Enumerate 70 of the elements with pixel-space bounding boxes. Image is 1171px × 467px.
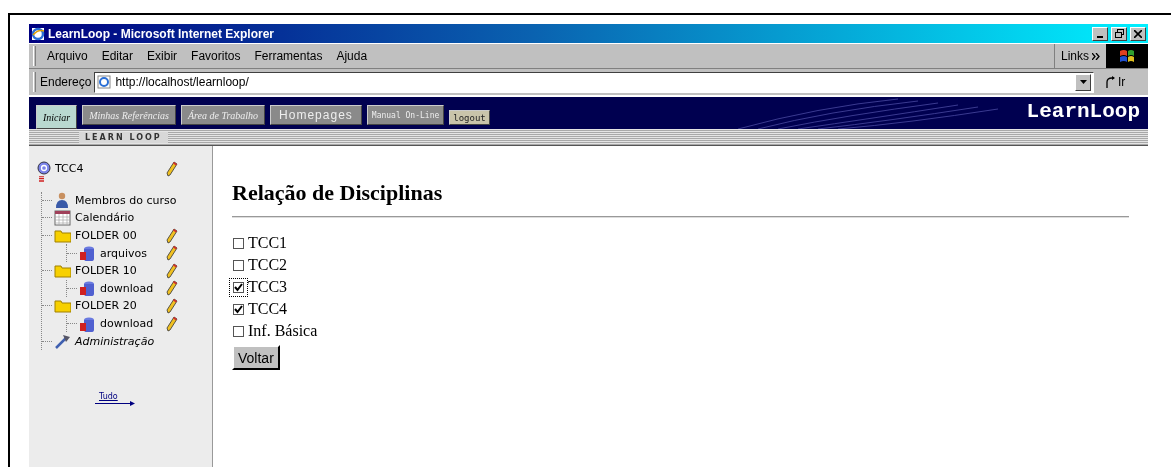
database-icon: [79, 280, 96, 297]
folder-icon: [54, 227, 71, 244]
address-label: Endereço: [40, 75, 92, 89]
menu-item[interactable]: Favoritos: [184, 49, 248, 63]
window-title: LearnLoop - Microsoft Internet Explorer: [48, 26, 276, 41]
nav-tab[interactable]: Iniciar: [36, 105, 78, 129]
restore-button[interactable]: [1111, 26, 1127, 41]
tree-item[interactable]: Membros do curso: [75, 193, 177, 207]
course-icon: [37, 160, 51, 177]
pencil-icon[interactable]: [165, 262, 178, 279]
sidebar-header: LEARN LOOP: [79, 131, 168, 143]
tree-item[interactable]: FOLDER 00: [75, 229, 137, 243]
nav-tab[interactable]: logout: [449, 110, 490, 125]
menu-item[interactable]: Ferramentas: [247, 49, 330, 63]
close-icon: [1134, 29, 1142, 38]
menu-item[interactable]: Exibir: [140, 49, 185, 63]
close-button[interactable]: [1130, 26, 1146, 41]
menu-item[interactable]: Arquivo: [40, 49, 95, 63]
address-text: http://localhost/learnloop/: [115, 75, 249, 89]
menu-item[interactable]: Ajuda: [329, 49, 375, 63]
tree-item[interactable]: download: [100, 317, 154, 331]
pencil-icon[interactable]: [165, 245, 178, 262]
menu-item[interactable]: Editar: [94, 49, 141, 63]
go-button[interactable]: Ir: [1104, 75, 1144, 89]
pencil-icon[interactable]: [165, 280, 178, 297]
page-icon: [97, 75, 112, 89]
page-heading: Relação de Disciplinas: [232, 180, 444, 207]
calendar-icon: [54, 210, 71, 226]
tree-marker-icon: [39, 176, 44, 183]
site-logo: LearnLoop: [1026, 99, 1140, 123]
minimize-icon: [1097, 35, 1103, 38]
tree-item[interactable]: download: [100, 281, 154, 295]
checkbox-label: Inf. Básica: [248, 322, 318, 340]
checkbox-label: TCC4: [248, 300, 288, 318]
person-icon: [54, 192, 71, 209]
caret-icon: [1079, 80, 1087, 84]
pencil-icon[interactable]: [165, 315, 178, 332]
folder-icon: [54, 262, 71, 279]
go-arrow-icon: [1104, 76, 1116, 88]
back-button[interactable]: Voltar: [232, 345, 280, 370]
checkbox[interactable]: [233, 303, 244, 315]
folder-icon: [54, 297, 71, 314]
pencil-icon[interactable]: [165, 297, 178, 314]
checkbox[interactable]: [233, 237, 244, 249]
checkbox[interactable]: [233, 281, 244, 293]
checkbox[interactable]: [233, 325, 244, 337]
arrow-icon: [95, 400, 135, 406]
minimize-button[interactable]: [1092, 26, 1108, 41]
pencil-icon[interactable]: [165, 227, 178, 244]
checkbox-label: TCC2: [248, 256, 288, 274]
address-field[interactable]: http://localhost/learnloop/: [94, 71, 1094, 93]
checkbox-label: TCC1: [248, 234, 288, 252]
tree-item[interactable]: Administração: [75, 334, 155, 348]
tree-item[interactable]: FOLDER 20: [75, 299, 137, 313]
hammer-icon: [54, 333, 71, 350]
tree-item[interactable]: Calendário: [75, 211, 135, 225]
pencil-icon[interactable]: [165, 160, 178, 177]
tree-item[interactable]: arquivos: [100, 246, 148, 260]
database-icon: [79, 315, 96, 332]
dropdown-button[interactable]: [1075, 73, 1091, 91]
database-icon: [79, 245, 96, 262]
chevron-icon: [1092, 52, 1100, 60]
windows-logo-icon: [1118, 48, 1136, 64]
browser-icon: [31, 26, 45, 41]
tree-item[interactable]: FOLDER 10: [75, 264, 137, 278]
tree-item[interactable]: TCC4: [55, 162, 84, 176]
checkbox[interactable]: [233, 259, 244, 271]
checkbox-label: TCC3: [248, 278, 288, 296]
show-all-link[interactable]: Tudo: [95, 391, 118, 401]
restore-icon: [1114, 29, 1124, 38]
